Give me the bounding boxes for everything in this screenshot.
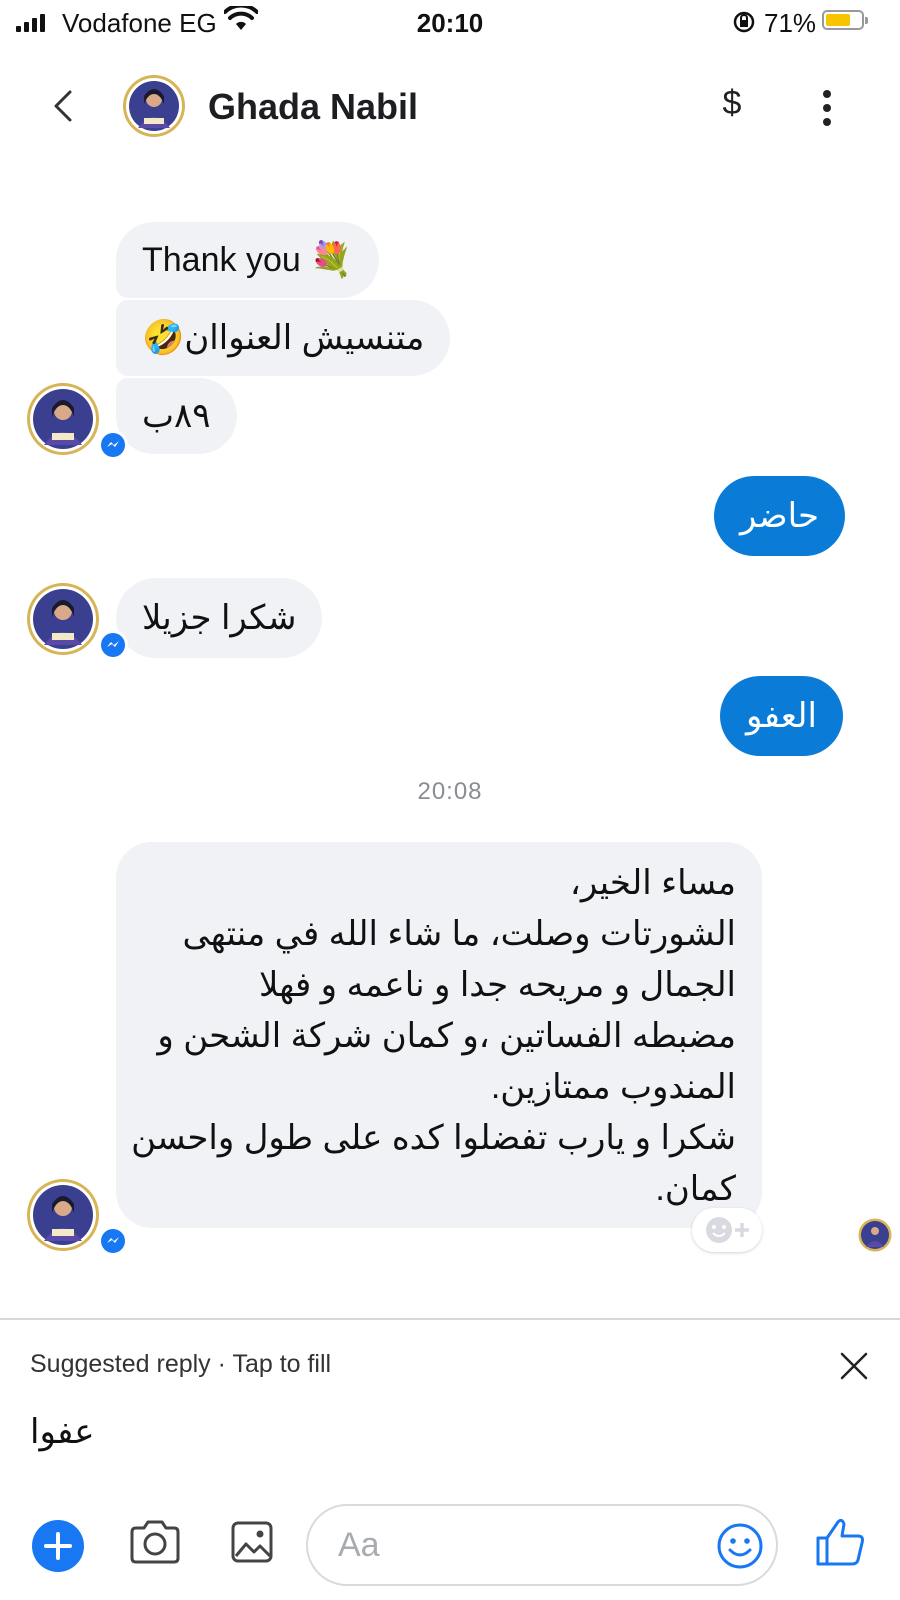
sender-avatar-group [26, 582, 136, 672]
avatar[interactable] [26, 1178, 100, 1252]
message-line: المندوب ممتازين. [490, 1068, 736, 1106]
message-timestamp: 20:08 [417, 778, 483, 805]
add-reaction-button[interactable] [692, 1208, 762, 1252]
message-bubble-incoming[interactable]: مساء الخير، الشورتات وصلت، ما شاء الله ف… [116, 842, 762, 1228]
battery-icon [822, 10, 868, 30]
messenger-badge-icon [98, 430, 128, 460]
emoji-icon[interactable] [716, 1522, 764, 1570]
message-composer [0, 1490, 900, 1600]
sender-avatar-group [26, 1178, 136, 1268]
avatar[interactable] [26, 582, 100, 656]
avatar[interactable] [122, 74, 186, 138]
message-line: مضبطه الفساتين ،و كمان شركة الشحن و [157, 1017, 736, 1055]
status-bar: Vodafone EG 20:10 71% [0, 0, 900, 46]
more-vertical-icon[interactable] [820, 90, 834, 126]
message-line: الشورتات وصلت، ما شاء الله في منتهى [182, 915, 736, 953]
conversation-header: Ghada Nabil $ [0, 46, 900, 166]
suggested-reply-text[interactable]: عفوا [30, 1412, 95, 1452]
message-line: كمان. [655, 1170, 736, 1208]
suggested-reply-panel: Suggested reply · Tap to fill عفوا [0, 1318, 900, 1490]
avatar[interactable] [26, 382, 100, 456]
message-line: الجمال و مريحه جدا و ناعمه و فهلا [259, 966, 736, 1004]
message-bubble-incoming[interactable]: متنسيش العنواان🤣 [116, 300, 451, 376]
thumbs-up-icon[interactable] [814, 1516, 866, 1568]
seen-receipt-avatar [858, 1218, 892, 1252]
plus-icon [44, 1532, 72, 1560]
messenger-badge-icon [98, 1226, 128, 1256]
message-line: مساء الخير، [569, 864, 736, 902]
battery-level [826, 14, 850, 26]
rotation-lock-icon [733, 11, 755, 33]
message-bubble-outgoing[interactable]: العفو [720, 676, 843, 756]
battery-percent: 71% [764, 8, 817, 38]
messenger-badge-icon [98, 630, 128, 660]
suggested-reply-label: Suggested reply · Tap to fill [30, 1350, 332, 1378]
photo-icon[interactable] [230, 1518, 274, 1566]
message-bubble-incoming[interactable]: Thank you 💐 [116, 222, 379, 298]
dollar-icon[interactable]: $ [712, 84, 752, 123]
back-chevron-icon[interactable] [44, 86, 84, 126]
close-icon[interactable] [838, 1350, 870, 1382]
contact-name[interactable]: Ghada Nabil [208, 86, 418, 128]
message-bubble-incoming[interactable]: شكرا جزيلا [116, 578, 323, 658]
message-line: شكرا و يارب تفضلوا كده على طول واحسن [131, 1119, 736, 1157]
plus-button[interactable] [32, 1520, 84, 1572]
message-bubble-outgoing[interactable]: حاضر [714, 476, 846, 556]
message-input[interactable] [306, 1504, 778, 1586]
add-reaction-icon [706, 1217, 749, 1243]
camera-icon[interactable] [128, 1518, 182, 1566]
sender-avatar-group [26, 382, 136, 472]
